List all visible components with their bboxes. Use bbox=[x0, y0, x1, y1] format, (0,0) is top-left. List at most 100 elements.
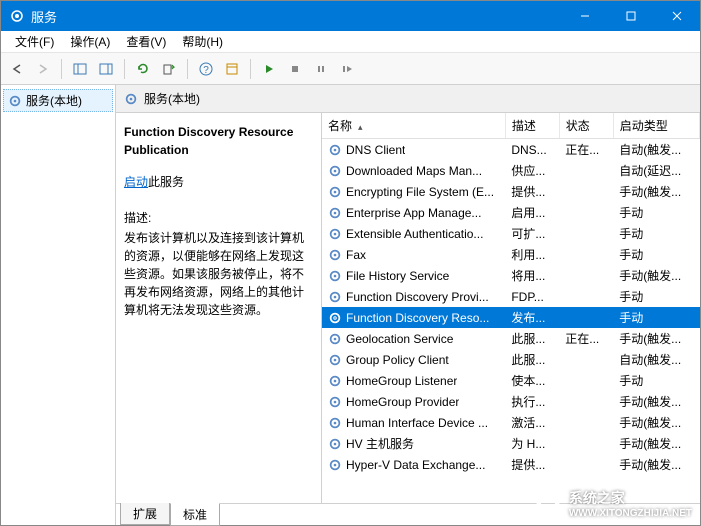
service-startup: 手动(触发... bbox=[613, 454, 699, 475]
service-startup: 手动(触发... bbox=[613, 265, 699, 286]
service-name: HomeGroup Provider bbox=[346, 395, 459, 409]
service-status bbox=[559, 391, 613, 412]
svg-text:?: ? bbox=[203, 65, 209, 76]
detail-panel: Function Discovery Resource Publication … bbox=[116, 113, 321, 503]
service-name: File History Service bbox=[346, 269, 449, 283]
service-name: HV 主机服务 bbox=[346, 435, 414, 452]
help-button[interactable]: ? bbox=[194, 57, 218, 81]
gear-icon bbox=[328, 248, 342, 262]
service-name: HomeGroup Listener bbox=[346, 374, 457, 388]
table-row[interactable]: Human Interface Device ...激活...手动(触发... bbox=[322, 412, 700, 433]
table-row[interactable]: HomeGroup Provider执行...手动(触发... bbox=[322, 391, 700, 412]
service-desc: FDP... bbox=[505, 286, 559, 307]
service-startup: 手动 bbox=[613, 307, 699, 328]
menu-help[interactable]: 帮助(H) bbox=[174, 31, 231, 52]
menu-view[interactable]: 查看(V) bbox=[118, 31, 174, 52]
table-row[interactable]: Function Discovery Provi... FDP... 手动 bbox=[322, 286, 700, 307]
service-desc: DNS... bbox=[505, 139, 559, 161]
table-row[interactable]: Hyper-V Data Exchange...提供...手动(触发... bbox=[322, 454, 700, 475]
close-button[interactable] bbox=[654, 1, 700, 31]
tab-standard[interactable]: 标准 bbox=[170, 503, 220, 526]
service-status bbox=[559, 412, 613, 433]
gear-icon bbox=[328, 164, 342, 178]
gear-icon bbox=[328, 332, 342, 346]
service-desc: 启用... bbox=[505, 202, 559, 223]
col-startup[interactable]: 启动类型 bbox=[613, 113, 699, 139]
service-status bbox=[559, 244, 613, 265]
tree-root-services[interactable]: 服务(本地) bbox=[3, 89, 113, 112]
service-desc: 利用... bbox=[505, 244, 559, 265]
menu-file[interactable]: 文件(F) bbox=[7, 31, 62, 52]
gear-icon bbox=[328, 374, 342, 388]
service-startup: 手动(触发... bbox=[613, 328, 699, 349]
table-row[interactable]: Geolocation Service此服...正在...手动(触发... bbox=[322, 328, 700, 349]
separator bbox=[61, 59, 62, 79]
col-name[interactable]: 名称▴ bbox=[322, 113, 505, 139]
service-name: Function Discovery Provi... bbox=[346, 290, 489, 304]
table-row[interactable]: Fax利用...手动 bbox=[322, 244, 700, 265]
forward-button[interactable] bbox=[31, 57, 55, 81]
properties-button[interactable] bbox=[220, 57, 244, 81]
start-service-button[interactable] bbox=[257, 57, 281, 81]
gear-icon bbox=[328, 311, 342, 325]
col-status[interactable]: 状态 bbox=[559, 113, 613, 139]
col-desc[interactable]: 描述 bbox=[505, 113, 559, 139]
table-row[interactable]: HV 主机服务为 H...手动(触发... bbox=[322, 433, 700, 454]
gear-icon bbox=[9, 8, 25, 24]
gear-icon bbox=[328, 395, 342, 409]
service-status bbox=[559, 307, 613, 328]
panel-header: 服务(本地) bbox=[116, 85, 700, 113]
table-row[interactable]: Enterprise App Manage...启用...手动 bbox=[322, 202, 700, 223]
export-button[interactable] bbox=[157, 57, 181, 81]
table-row[interactable]: HomeGroup Listener使本...手动 bbox=[322, 370, 700, 391]
tab-extended[interactable]: 扩展 bbox=[120, 503, 170, 525]
table-row[interactable]: Function Discovery Reso...发布...手动 bbox=[322, 307, 700, 328]
sort-arrow-icon: ▴ bbox=[358, 122, 363, 132]
separator bbox=[124, 59, 125, 79]
service-startup: 手动 bbox=[613, 286, 699, 307]
table-row[interactable]: Group Policy Client此服...自动(触发... bbox=[322, 349, 700, 370]
service-name: Group Policy Client bbox=[346, 353, 449, 367]
service-status bbox=[559, 202, 613, 223]
service-startup: 自动(触发... bbox=[613, 349, 699, 370]
menu-action[interactable]: 操作(A) bbox=[62, 31, 118, 52]
toolbar: ? bbox=[1, 53, 700, 85]
service-desc: 提供... bbox=[505, 181, 559, 202]
service-startup: 手动(触发... bbox=[613, 181, 699, 202]
show-hide-tree-button[interactable] bbox=[68, 57, 92, 81]
service-list[interactable]: 名称▴ 描述 状态 启动类型 DNS Client DNS... 正在...自动(触… bbox=[321, 113, 700, 503]
table-row[interactable]: Extensible Authenticatio...可扩...手动 bbox=[322, 223, 700, 244]
service-name: Geolocation Service bbox=[346, 332, 453, 346]
description-text: 发布该计算机以及连接到该计算机的资源，以便能够在网络上发现这些资源。如果该服务被… bbox=[124, 229, 313, 319]
table-row[interactable]: DNS ClientDNS...正在...自动(触发... bbox=[322, 139, 700, 161]
titlebar: 服务 bbox=[1, 1, 700, 31]
service-name: Encrypting File System (E... bbox=[346, 185, 494, 199]
minimize-button[interactable] bbox=[562, 1, 608, 31]
table-row[interactable]: Encrypting File System (E... 提供... 手动(触发..… bbox=[322, 181, 700, 202]
maximize-button[interactable] bbox=[608, 1, 654, 31]
refresh-button[interactable] bbox=[131, 57, 155, 81]
back-button[interactable] bbox=[5, 57, 29, 81]
service-desc: 激活... bbox=[505, 412, 559, 433]
gear-icon bbox=[328, 227, 342, 241]
service-status bbox=[559, 370, 613, 391]
service-name: Human Interface Device ... bbox=[346, 416, 488, 430]
start-link[interactable]: 启动 bbox=[124, 175, 148, 189]
start-suffix: 此服务 bbox=[148, 175, 184, 189]
gear-icon bbox=[328, 437, 342, 451]
gear-icon bbox=[328, 143, 342, 157]
restart-service-button[interactable] bbox=[335, 57, 359, 81]
table-row[interactable]: Downloaded Maps Man...供应...自动(延迟... bbox=[322, 160, 700, 181]
service-desc: 可扩... bbox=[505, 223, 559, 244]
stop-service-button[interactable] bbox=[283, 57, 307, 81]
service-name: DNS Client bbox=[346, 143, 405, 157]
show-hide-action-button[interactable] bbox=[94, 57, 118, 81]
pause-service-button[interactable] bbox=[309, 57, 333, 81]
separator bbox=[250, 59, 251, 79]
gear-icon bbox=[124, 92, 138, 106]
service-status bbox=[559, 349, 613, 370]
service-status: 正在... bbox=[559, 328, 613, 349]
service-name: Extensible Authenticatio... bbox=[346, 227, 483, 241]
table-row[interactable]: File History Service将用...手动(触发... bbox=[322, 265, 700, 286]
action-line: 启动此服务 bbox=[124, 173, 313, 191]
